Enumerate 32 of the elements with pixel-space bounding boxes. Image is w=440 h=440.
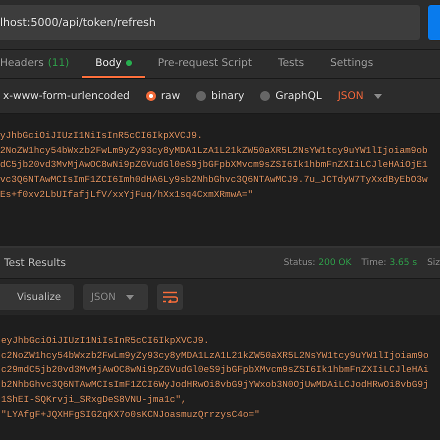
body-type-option[interactable]: x-www-form-urlencoded	[3, 90, 130, 102]
code-line: b2NhbGhvc3Q6NTAwMCIsImF1ZCI6WyJodHRwOi8vbG9jYWxob3N0OjUwMDAiLCJodHRwOi8vbG9j	[1, 378, 430, 392]
size-label: Siz	[427, 258, 440, 268]
code-line: 1ShEI-SQKrvji_SRxgDeS8VNU-jma1c",	[1, 392, 188, 407]
request-tab[interactable]: Headers (11)	[0, 50, 82, 78]
time-label: Time:	[361, 258, 386, 268]
code-line: 2NoZW1hcy54bWxzb2FwLm9yZy93cy8yMDA1LzA1L21kZW50aXR5L2NsYW1tcy9uYW1lIjoiam9ob	[0, 144, 429, 158]
status-label: Status:	[284, 258, 316, 268]
code-line: dC5jb20vd3MvMjAwOC8wNi9pZGVudGl0eS9jbGFpbXMvcm9sZSI6Ik1hbmFnZXIiLCJleHAiOjE1	[0, 158, 429, 172]
visualize-button[interactable]: Visualize	[0, 284, 74, 310]
code-line: vc3Q6NTAwMCIsImF1ZCI6Imh0dHA6Ly9sb2NhbGhvc3Q6NTAwMCJ9.7u_JCTdyW7TyXxdByEbO3w	[0, 173, 429, 188]
caret-icon	[126, 294, 134, 300]
body-type-radio[interactable]: binary	[196, 90, 244, 102]
request-tab[interactable]: Pre-request Script	[144, 50, 265, 78]
code-line: Es+f0xv2LbUIfafjLfV/xxYjFuq/hXx1sq4CxmXRmwA="	[0, 188, 254, 202]
code-line: c29mdC5jb20vd3MvMjAwOC8wNi9pZGVudGl0eS9jbGFpbXMvcm9sZSI6Ik1hbmFnZXIiLCJleHAi	[1, 363, 430, 378]
body-type-radio[interactable]: raw	[146, 90, 180, 102]
url-field[interactable]: lhost:5000/api/token/refresh	[0, 5, 420, 40]
time-value: 3.65 s	[389, 258, 418, 268]
response-tab[interactable]: Test Results	[0, 257, 66, 269]
code-line: yJhbGciOiJIUzI1NiIsInR5cCI6IkpXVCJ9.	[0, 129, 204, 143]
body-type-radio[interactable]: GraphQL	[260, 90, 322, 102]
code-line: c2NoZW1hcy54bWxzb2FwLm9yZy93cy8yMDA1LzA1L21kZW50aXR5L2NsYW1tcy9uYW1lIjoiam9o	[1, 348, 430, 363]
wrap-button[interactable]	[156, 284, 183, 310]
wrap-icon	[162, 291, 178, 303]
request-tab[interactable]: Tests	[264, 50, 318, 78]
format-dropdown[interactable]: JSON	[338, 90, 364, 102]
status-value: 200 OK	[318, 258, 352, 268]
request-tab[interactable]: Settings	[317, 50, 386, 78]
caret-icon[interactable]	[374, 94, 382, 98]
code-line: eyJhbGciOiJIUzI1NiIsInR5cCI6IkpXVCJ9.	[1, 334, 210, 348]
code-line: "LYAfgF+JQXHFgSIG2qKX7o0sKCNJoasmuzQrrzysC4o="	[1, 408, 261, 422]
